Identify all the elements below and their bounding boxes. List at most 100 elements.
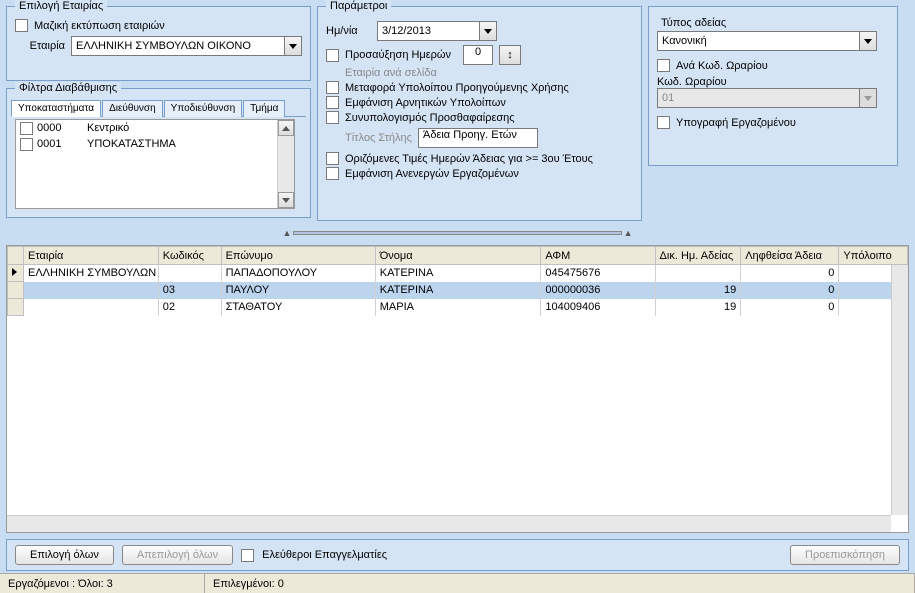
branch-row[interactable]: 0000 Κεντρικό <box>16 120 277 136</box>
inactive-label: Εμφάνιση Ανενεργών Εργαζομένων <box>345 168 519 180</box>
fixed3y-checkbox[interactable] <box>326 152 339 165</box>
company-groupbox: Επιλογή Εταιρίας Μαζική εκτύπωση εταιριώ… <box>6 6 311 81</box>
company-dropdown-btn[interactable] <box>284 37 301 55</box>
inc-days-spinner[interactable]: ↕ <box>499 45 521 65</box>
col-taken-header[interactable]: Ληφθείσα Άδεια <box>741 247 839 265</box>
preview-button[interactable]: Προεπισκόπηση <box>790 545 900 565</box>
chevron-down-icon <box>289 44 297 49</box>
freelancers-checkbox[interactable] <box>241 549 254 562</box>
date-dropdown-btn[interactable] <box>479 22 496 40</box>
table-row[interactable]: 03 ΠΑΥΛΟΥ ΚΑΤΕΡΙΝΑ 000000036 19 0 19 <box>8 282 908 299</box>
row-indicator <box>8 282 24 299</box>
fixed3y-label: Οριζόμενες Τιμές Ημερών Άδειας για >= 3ο… <box>345 153 593 165</box>
neg-checkbox[interactable] <box>326 96 339 109</box>
leave-groupbox: Τύπος αδείας Κανονική Ανά Κωδ. Ωραρίου Κ… <box>648 6 898 166</box>
cell-name: ΚΑΤΕΡΙΝΑ <box>375 265 541 282</box>
branch-name: ΥΠΟΚΑΤΑΣΤΗΜΑ <box>87 138 176 150</box>
row-indicator <box>8 299 24 316</box>
branch-row[interactable]: 0001 ΥΠΟΚΑΤΑΣΤΗΜΑ <box>16 136 277 152</box>
branch-name: Κεντρικό <box>87 122 129 134</box>
chevron-down-icon <box>282 198 290 203</box>
select-all-button[interactable]: Επιλογή όλων <box>15 545 114 565</box>
table-row[interactable]: ΕΛΛΗΝΙΚΗ ΣΥΜΒΟΥΛΩΝ ΠΑΠΑΔΟΠΟΥΛΟΥ ΚΑΤΕΡΙΝΑ… <box>8 265 908 282</box>
cell-surname: ΠΑΥΛΟΥ <box>221 282 375 299</box>
carry-checkbox[interactable] <box>326 81 339 94</box>
branches-scrollbar[interactable] <box>277 120 294 208</box>
date-label: Ημ/νία <box>326 25 371 37</box>
company-value: ΕΛΛΗΝΙΚΗ ΣΥΜΒΟΥΛΩΝ ΟΙΚΟΝΟ <box>72 40 284 52</box>
col-surname-header[interactable]: Επώνυμο <box>221 247 375 265</box>
per-page-label: Εταιρία ανά σελίδα <box>345 67 437 79</box>
col-company-header[interactable]: Εταιρία <box>23 247 158 265</box>
params-groupbox: Παράμετροι Ημ/νία 3/12/2013 Προσαύξηση Η… <box>317 6 642 221</box>
bulk-print-label: Μαζική εκτύπωση εταιριών <box>34 20 165 32</box>
cell-afm: 045475676 <box>541 265 655 282</box>
row-indicator-header <box>8 247 24 265</box>
cell-company: ΕΛΛΗΝΙΚΗ ΣΥΜΒΟΥΛΩΝ <box>23 265 158 282</box>
col-remain-header[interactable]: Υπόλοιπο <box>839 247 908 265</box>
freelancers-label: Ελεύθεροι Επαγγελματίες <box>262 549 387 561</box>
cell-afm: 104009406 <box>541 299 655 316</box>
row-indicator <box>8 265 24 282</box>
branch-checkbox[interactable] <box>20 122 33 135</box>
company-combobox[interactable]: ΕΛΛΗΝΙΚΗ ΣΥΜΒΟΥΛΩΝ ΟΙΚΟΝΟ <box>71 36 302 56</box>
params-group-title: Παράμετροι <box>326 0 391 12</box>
col-name-header[interactable]: Όνομα <box>375 247 541 265</box>
cell-surname: ΠΑΠΑΔΟΠΟΥΛΟΥ <box>221 265 375 282</box>
deselect-all-button[interactable]: Απεπιλογή όλων <box>122 545 233 565</box>
sched-combobox: 01 <box>657 88 877 108</box>
branch-code: 0000 <box>37 122 87 134</box>
inc-days-value[interactable]: 0 <box>463 45 493 65</box>
leave-type-dropdown-btn[interactable] <box>859 32 876 50</box>
carry-label: Μεταφορά Υπολοίπου Προηγούμενης Χρήσης <box>345 82 569 94</box>
tab-department[interactable]: Τμήμα <box>243 100 285 117</box>
branch-checkbox[interactable] <box>20 138 33 151</box>
bottom-toolbar: Επιλογή όλων Απεπιλογή όλων Ελεύθεροι Επ… <box>6 539 909 571</box>
sched-label: Κωδ. Ωραρίου <box>657 76 889 88</box>
splitter[interactable]: ▲ ▲ <box>283 228 633 238</box>
per-sched-label: Ανά Κωδ. Ωραρίου <box>676 60 768 72</box>
cell-surname: ΣΤΑΘΑΤΟΥ <box>221 299 375 316</box>
tab-subdirection[interactable]: Υποδιεύθυνση <box>164 100 242 117</box>
inc-days-label: Προσαύξηση Ημερών <box>345 49 451 61</box>
tab-branches[interactable]: Υποκαταστήματα <box>11 100 101 117</box>
subtract-checkbox[interactable] <box>326 111 339 124</box>
grid-hscrollbar[interactable] <box>7 515 891 532</box>
cell-taken: 0 <box>741 265 839 282</box>
grid-vscrollbar[interactable] <box>891 265 908 515</box>
cell-code <box>158 265 221 282</box>
per-sched-checkbox[interactable] <box>657 59 670 72</box>
inactive-checkbox[interactable] <box>326 167 339 180</box>
inc-days-checkbox[interactable] <box>326 49 339 62</box>
cell-days: 19 <box>655 282 741 299</box>
signature-checkbox[interactable] <box>657 116 670 129</box>
table-row[interactable]: 02 ΣΤΑΘΑΤΟΥ ΜΑΡΙΑ 104009406 19 0 19 <box>8 299 908 316</box>
date-picker[interactable]: 3/12/2013 <box>377 21 497 41</box>
cell-days <box>655 265 741 282</box>
status-total: Εργαζόμενοι : Όλοι: 3 <box>0 574 205 593</box>
chevron-down-icon <box>864 39 872 44</box>
bulk-print-checkbox[interactable] <box>15 19 28 32</box>
company-group-title: Επιλογή Εταιρίας <box>15 0 107 12</box>
status-selected: Επιλεγμένοι: 0 <box>205 574 915 593</box>
splitter-handle[interactable] <box>293 231 621 235</box>
leave-type-combobox[interactable]: Κανονική <box>657 31 877 51</box>
cell-code: 02 <box>158 299 221 316</box>
col-afm-header[interactable]: ΑΦΜ <box>541 247 655 265</box>
employees-grid[interactable]: Εταιρία Κωδικός Επώνυμο Όνομα ΑΦΜ Δικ. Η… <box>6 245 909 533</box>
col-days-header[interactable]: Δικ. Ημ. Αδείας <box>655 247 741 265</box>
leave-type-value: Κανονική <box>658 35 859 47</box>
cell-company <box>23 299 158 316</box>
scroll-down-btn[interactable] <box>278 192 294 208</box>
tab-direction[interactable]: Διεύθυνση <box>102 100 163 117</box>
subtract-label: Συνυπολογισμός Προσθαφαίρεσης <box>345 112 515 124</box>
col-title-input[interactable]: Άδεια Προηγ. Ετών <box>418 128 538 148</box>
filters-group-title: Φίλτρα Διαβάθμισης <box>15 82 121 94</box>
col-code-header[interactable]: Κωδικός <box>158 247 221 265</box>
date-value: 3/12/2013 <box>378 25 479 37</box>
scroll-up-btn[interactable] <box>278 120 294 136</box>
cell-taken: 0 <box>741 282 839 299</box>
chevron-up-icon <box>282 126 290 131</box>
sched-dropdown-btn <box>859 89 876 107</box>
branches-grid: 0000 Κεντρικό 0001 ΥΠΟΚΑΤΑΣΤΗΜΑ <box>15 119 295 209</box>
